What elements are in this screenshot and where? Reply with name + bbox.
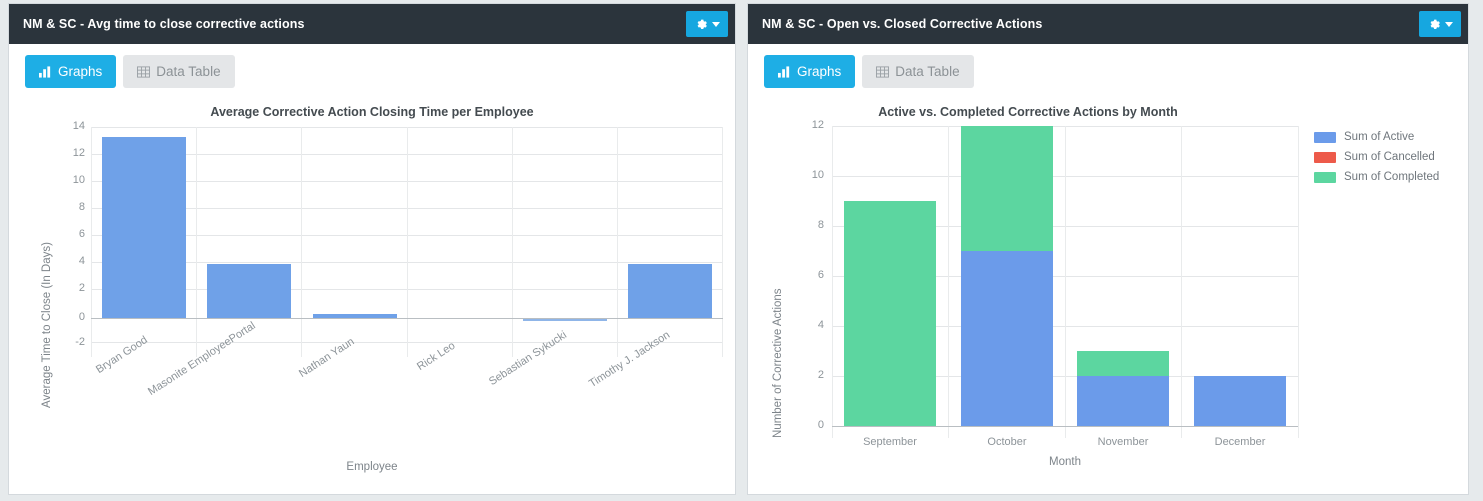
chevron-down-icon <box>711 21 720 27</box>
y-axis-label: Number of Corrective Actions <box>772 288 784 438</box>
legend-swatch-cancelled <box>1314 151 1336 163</box>
chart-title: Average Corrective Action Closing Time p… <box>210 105 534 119</box>
tab-bar: Graphs Data Table <box>748 44 1468 98</box>
y-tick: 2 <box>817 369 824 381</box>
tab-data-table-label: Data Table <box>156 64 221 79</box>
legend-item-active[interactable]: Sum of Active <box>1314 131 1439 143</box>
y-tick: -2 <box>75 336 85 348</box>
x-tick: Timothy J. Jackson <box>587 328 673 391</box>
bar-sebastian-sykucki[interactable] <box>523 319 607 321</box>
category-divider <box>1298 126 1299 438</box>
y-tick: 14 <box>72 120 85 132</box>
y-axis-label: Average Time to Close (In Days) <box>41 242 53 408</box>
category-divider <box>1181 126 1182 438</box>
zero-axis-line <box>91 318 723 319</box>
category-divider <box>948 126 949 438</box>
x-tick: Bryan Good <box>94 334 150 377</box>
legend-swatch-active <box>1314 131 1336 143</box>
x-tick: October <box>987 436 1027 448</box>
gear-icon <box>695 18 708 31</box>
legend-label-cancelled: Sum of Cancelled <box>1344 151 1435 163</box>
panel-header: NM & SC - Open vs. Closed Corrective Act… <box>748 4 1468 44</box>
chevron-down-icon <box>1444 21 1453 27</box>
tab-graphs[interactable]: Graphs <box>764 55 856 88</box>
bar-november-active[interactable] <box>1077 376 1169 426</box>
tab-graphs-label: Graphs <box>58 64 103 79</box>
table-icon <box>876 65 890 78</box>
tab-data-table[interactable]: Data Table <box>123 55 235 88</box>
dashboard-page: NM & SC - Avg time to close corrective a… <box>0 0 1483 501</box>
chart-avg-closing-time: Average Corrective Action Closing Time p… <box>9 98 735 494</box>
gear-icon <box>1428 18 1441 31</box>
category-divider <box>617 127 618 357</box>
zero-axis-line <box>832 426 1298 427</box>
chart-title: Active vs. Completed Corrective Actions … <box>878 105 1178 119</box>
panel-avg-time-to-close: NM & SC - Avg time to close corrective a… <box>8 3 736 495</box>
chart-active-vs-completed: Active vs. Completed Corrective Actions … <box>748 98 1468 494</box>
bar-chart-icon <box>39 65 52 78</box>
legend-label-active: Sum of Active <box>1344 131 1415 143</box>
bar-september-completed[interactable] <box>844 201 936 426</box>
tab-graphs[interactable]: Graphs <box>25 55 117 88</box>
x-tick: Rick Leo <box>415 339 458 374</box>
y-tick: 6 <box>78 228 85 240</box>
category-divider <box>832 126 833 438</box>
y-tick: 12 <box>72 147 85 159</box>
y-tick: 2 <box>78 282 85 294</box>
y-tick: 8 <box>817 219 824 231</box>
x-axis-label: Employee <box>346 461 398 473</box>
category-divider <box>512 127 513 357</box>
bar-october-completed[interactable] <box>961 126 1053 251</box>
tab-bar: Graphs Data Table <box>9 44 735 98</box>
category-divider <box>196 127 197 357</box>
category-divider <box>301 127 302 357</box>
category-divider <box>91 127 92 357</box>
tab-graphs-label: Graphs <box>797 64 842 79</box>
tab-data-table-label: Data Table <box>895 64 960 79</box>
x-tick: Masonite EmployeePortal <box>146 319 258 399</box>
panel-settings-button[interactable] <box>686 11 728 37</box>
panel-settings-button[interactable] <box>1419 11 1461 37</box>
bar-november-completed[interactable] <box>1077 351 1169 376</box>
y-tick: 6 <box>817 269 824 281</box>
panel-header: NM & SC - Avg time to close corrective a… <box>9 4 735 44</box>
bar-masonite-employeeportal[interactable] <box>207 264 291 318</box>
x-tick: December <box>1214 436 1266 448</box>
y-tick: 0 <box>78 311 85 323</box>
bar-october-active[interactable] <box>961 251 1053 426</box>
legend-swatch-completed <box>1314 171 1336 183</box>
y-tick: 4 <box>78 255 85 267</box>
table-icon <box>137 65 151 78</box>
chart-legend: Sum of Active Sum of Cancelled Sum of Co… <box>1314 131 1439 183</box>
y-tick: 10 <box>72 174 85 186</box>
y-tick: 8 <box>78 201 85 213</box>
x-tick: September <box>863 436 917 448</box>
bar-timothy-j-jackson[interactable] <box>628 264 712 318</box>
tab-data-table[interactable]: Data Table <box>862 55 974 88</box>
legend-item-cancelled[interactable]: Sum of Cancelled <box>1314 151 1439 163</box>
y-tick: 0 <box>817 419 824 431</box>
bar-december-active[interactable] <box>1194 376 1286 426</box>
bar-chart-icon <box>778 65 791 78</box>
x-axis-label: Month <box>1049 456 1081 468</box>
panel-title: NM & SC - Open vs. Closed Corrective Act… <box>762 17 1043 31</box>
legend-label-completed: Sum of Completed <box>1344 171 1440 183</box>
legend-item-completed[interactable]: Sum of Completed <box>1314 171 1439 183</box>
x-tick: Sebastian Sykucki <box>487 329 569 389</box>
category-divider <box>1065 126 1066 438</box>
x-tick: November <box>1097 436 1149 448</box>
bar-bryan-good[interactable] <box>102 137 186 318</box>
y-tick: 4 <box>817 319 824 331</box>
y-tick: 12 <box>811 119 824 131</box>
category-divider <box>722 127 723 357</box>
category-divider <box>407 127 408 357</box>
panel-title: NM & SC - Avg time to close corrective a… <box>23 17 305 31</box>
y-tick: 10 <box>811 169 824 181</box>
panel-open-vs-closed: NM & SC - Open vs. Closed Corrective Act… <box>747 3 1469 495</box>
